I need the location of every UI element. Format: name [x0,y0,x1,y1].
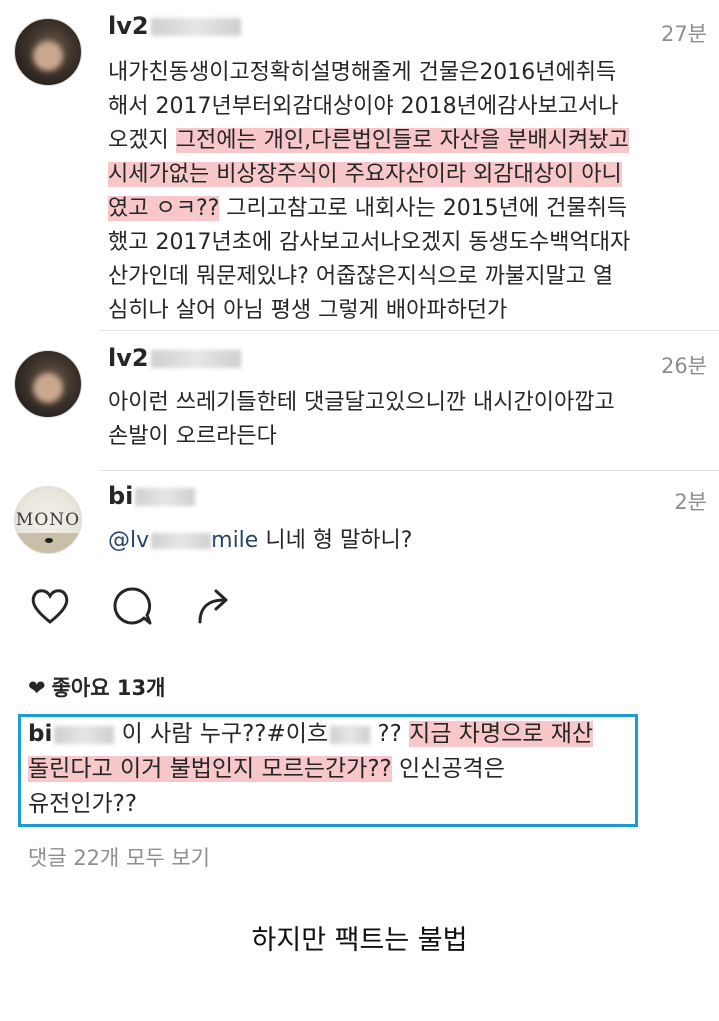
avatar-dot [45,538,53,543]
avatar-stripe [15,533,81,553]
comment-time: 2분 [674,490,707,514]
comment-line: 아이런 쓰레기들한테 댓글달고있으니깐 내시간이아깝고 [108,386,708,420]
caption-text: bi 이 사람 누구??#이흐 ?? 지금 차명으로 재산 돌린다고 이거 불법… [28,717,638,822]
comment-line: 오겠지 그전에는 개인,다른법인들로 자산을 분배시켜놨고 [108,124,708,158]
text-segment: 했고 2017년초에 감사보고서나오겠지 동생도수백억대자 [108,230,631,255]
comment-line: 손발이 오르라든다 [108,420,708,454]
text-segment: 내가친동생이고정확히설명해줄게 건물은2016년에취득 [108,60,617,85]
comment-username[interactable]: lv2 [108,344,241,372]
heart-icon: ❤ [28,676,46,700]
text-segment: 오겠지 [108,128,176,153]
blurred-username [150,18,241,36]
comment-line: 내가친동생이고정확히설명해줄게 건물은2016년에취득 [108,56,708,90]
text-segment: 산가인데 뭐문제있냐? 어줍잖은지식으로 까불지말고 열 [108,264,614,289]
avatar[interactable] [14,18,82,86]
comment-item: lv2 26분 아이런 쓰레기들한테 댓글달고있으니깐 내시간이아깝고손발이 오… [0,330,719,470]
comment-username[interactable]: bi [108,482,196,510]
text-segment: 심히나 살어 아님 평생 그렇게 배아파하던가 [108,298,508,323]
avatar[interactable] [14,350,82,418]
text-segment: 손발이 오르라든다 [108,424,277,449]
comment-line: 해서 2017년부터외감대상이야 2018년에감사보고서나 [108,90,708,124]
caption-line: 돌린다고 이거 불법인지 모르는간가?? 인신공격은 [28,756,505,782]
comment-line: 였고 ㅇㅋ?? 그리고참고로 내회사는 2015년에 건물취득 [108,192,708,226]
caption-username[interactable]: bi [28,721,115,747]
text-segment: 그리고참고로 내회사는 2015년에 건물취득 [219,196,628,221]
bottom-caption: 하지만 팩트는 불법 [251,925,468,956]
comment-bubble-icon[interactable] [110,584,154,628]
avatar[interactable]: MONO [14,486,82,554]
text-segment: 아이런 쓰레기들한테 댓글달고있으니깐 내시간이아깝고 [108,390,615,415]
comment-line: 심히나 살어 아님 평생 그렇게 배아파하던가 [108,294,708,328]
comment-text: @lv mile 니네 형 말하니? [108,528,413,553]
comment-item: lv2 27분 내가친동생이고정확히설명해줄게 건물은2016년에취득해서 20… [0,0,719,330]
text-segment: 해서 2017년부터외감대상이야 2018년에감사보고서나 [108,94,619,119]
comment-line: 했고 2017년초에 감사보고서나오겠지 동생도수백억대자 [108,226,708,260]
blurred-username [54,725,115,744]
mention-link[interactable]: @lv mile [108,528,258,553]
comment-text: 내가친동생이고정확히설명해줄게 건물은2016년에취득해서 2017년부터외감대… [108,56,708,328]
view-all-comments-link[interactable]: 댓글 22개 모두 보기 [28,842,210,872]
caption-line: 유전인가?? [28,791,138,817]
blurred-hashtag [330,725,371,744]
comment-line: 산가인데 뭐문제있냐? 어줍잖은지식으로 까불지말고 열 [108,260,708,294]
blurred-username [150,350,241,368]
highlighted-text: 그전에는 개인,다른법인들로 자산을 분배시켜놨고 [175,128,629,153]
highlighted-text: 였고 ㅇㅋ?? [108,196,220,221]
caption-line: bi 이 사람 누구??#이흐 ?? 지금 차명으로 재산 [28,721,594,747]
comment-time: 27분 [660,22,707,46]
comment-line: 시세가없는 비상장주식이 주요자산이라 외감대상이 아니 [108,158,708,192]
heart-outline-icon[interactable] [28,584,72,628]
share-arrow-icon[interactable] [192,584,236,628]
likes-count[interactable]: ❤ 좋아요 13개 [28,672,165,702]
blurred-mention [151,533,212,549]
comment-item: MONO bi 2분 @lv mile 니네 형 말하니? [0,470,719,570]
comment-time: 26분 [660,354,707,378]
comment-text: 아이런 쓰레기들한테 댓글달고있으니깐 내시간이아깝고손발이 오르라든다 [108,386,708,454]
highlighted-text: 시세가없는 비상장주식이 주요자산이라 외감대상이 아니 [108,162,622,187]
comment-username[interactable]: lv2 [108,12,241,40]
avatar-logo-text: MONO [15,510,81,530]
blurred-username [135,488,196,506]
